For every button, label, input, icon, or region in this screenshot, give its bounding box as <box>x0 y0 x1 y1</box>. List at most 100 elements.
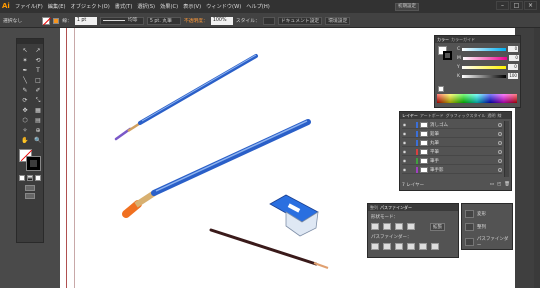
target-icon[interactable] <box>498 122 502 127</box>
style-select[interactable] <box>262 16 275 25</box>
target-icon[interactable] <box>498 167 502 172</box>
outline-icon[interactable] <box>419 243 427 250</box>
close-button[interactable]: × <box>524 1 537 10</box>
color-stroke-swatch[interactable] <box>443 51 452 60</box>
layers-scrollbar[interactable] <box>504 121 509 177</box>
layer-row[interactable]: ◉ 消しゴム <box>402 121 502 129</box>
eye-icon[interactable]: ◉ <box>402 167 407 172</box>
minus-back-icon[interactable] <box>431 243 439 250</box>
eraser-illustration[interactable] <box>269 194 319 237</box>
new-sublayer-icon[interactable]: ▭ <box>490 182 494 187</box>
pen-tool-icon[interactable]: ✒ <box>19 66 31 75</box>
target-icon[interactable] <box>498 158 502 163</box>
tab-transparency[interactable]: 透明 <box>487 113 495 119</box>
tab-align[interactable]: 整列 <box>370 205 378 211</box>
layer-name[interactable]: 鉛筆 <box>430 131 439 137</box>
yellow-value[interactable]: 0 <box>507 64 518 70</box>
rotate-tool-icon[interactable]: ⟳ <box>19 96 31 105</box>
stroke-color-box[interactable] <box>26 156 41 171</box>
color-spectrum[interactable] <box>437 94 517 103</box>
menu-type[interactable]: 書式(T) <box>115 3 133 10</box>
fill-swatch[interactable] <box>42 16 51 25</box>
layer-name[interactable]: 丸筆 <box>430 140 439 146</box>
minimize-button[interactable]: – <box>496 1 509 10</box>
target-icon[interactable] <box>498 140 502 145</box>
draw-mode-icon[interactable] <box>25 185 35 191</box>
tab-artboards[interactable]: アートボード <box>420 113 444 119</box>
cyan-slider[interactable] <box>462 47 507 51</box>
menu-file[interactable]: ファイル(F) <box>15 3 43 10</box>
minus-front-icon[interactable] <box>383 223 391 230</box>
lasso-tool-icon[interactable]: ⟲ <box>32 56 44 65</box>
merge-icon[interactable] <box>395 243 403 250</box>
preferences-button[interactable]: 環境設定 <box>325 16 351 25</box>
cyan-value[interactable]: 0 <box>508 46 519 52</box>
target-icon[interactable] <box>498 131 502 136</box>
layer-row[interactable]: ◉ 丸筆 <box>402 139 502 147</box>
tab-color-guide[interactable]: カラーガイド <box>451 37 475 43</box>
stroke-width-field[interactable]: 1 pt <box>74 16 97 25</box>
direct-selection-tool-icon[interactable]: ↗ <box>32 46 44 55</box>
document-setup-button[interactable]: ドキュメント設定 <box>277 16 323 25</box>
paintbrush-tool-icon[interactable]: ✎ <box>19 86 31 95</box>
layer-row[interactable]: ◉ 平筆 <box>402 148 502 156</box>
color-mode-icon[interactable] <box>19 175 25 181</box>
gradient-mode-icon[interactable] <box>27 175 33 181</box>
eye-icon[interactable]: ◉ <box>402 131 407 136</box>
line-tool-icon[interactable]: ╲ <box>19 76 31 85</box>
crop-icon[interactable] <box>407 243 415 250</box>
menu-edit[interactable]: 編集(E) <box>48 3 66 10</box>
trim-icon[interactable] <box>383 243 391 250</box>
magic-wand-tool-icon[interactable]: ✶ <box>19 56 31 65</box>
exclude-icon[interactable] <box>407 223 415 230</box>
unite-icon[interactable] <box>371 223 379 230</box>
delete-layer-icon[interactable]: 🗑 <box>504 182 510 187</box>
shape-builder-tool-icon[interactable]: ⬡ <box>19 116 31 125</box>
none-swatch[interactable] <box>438 86 444 92</box>
screen-mode-icon[interactable] <box>25 193 35 199</box>
workspace-button[interactable]: 初期設定 <box>395 2 419 11</box>
menu-effect[interactable]: 効果(C) <box>160 3 178 10</box>
eyedropper-tool-icon[interactable]: ⊕ <box>32 126 44 135</box>
rectangle-tool-icon[interactable]: □ <box>32 76 44 85</box>
stroke-swatch[interactable] <box>53 17 60 24</box>
target-icon[interactable] <box>498 149 502 154</box>
eye-icon[interactable]: ◉ <box>402 140 407 145</box>
layer-name[interactable]: 筆手影 <box>430 167 444 173</box>
black-value[interactable]: 100 <box>507 73 518 79</box>
black-slider[interactable] <box>461 74 506 78</box>
menu-view[interactable]: 表示(V) <box>183 3 201 10</box>
menu-select[interactable]: 選択(S) <box>137 3 155 10</box>
pencil-tool-icon[interactable]: ✐ <box>32 86 44 95</box>
intersect-icon[interactable] <box>395 223 403 230</box>
tab-pathfinder[interactable]: パスファインダー <box>380 205 412 211</box>
type-tool-icon[interactable]: T <box>32 66 44 75</box>
yellow-slider[interactable] <box>461 65 506 69</box>
scale-tool-icon[interactable]: ⤡ <box>32 96 44 105</box>
tab-color[interactable]: カラー <box>437 37 449 43</box>
layer-row[interactable]: ◉ 鉛筆 <box>402 130 502 138</box>
layer-name[interactable]: 平筆 <box>430 149 439 155</box>
menu-window[interactable]: ウィンドウ(W) <box>206 3 241 10</box>
layer-row[interactable]: ◉ 筆手 <box>402 157 502 165</box>
new-layer-icon[interactable]: ◰ <box>497 182 501 187</box>
opacity-field[interactable]: 100% <box>210 16 233 25</box>
eye-icon[interactable]: ◉ <box>402 149 407 154</box>
round-brush-illustration[interactable] <box>114 54 258 141</box>
none-mode-icon[interactable] <box>35 175 41 181</box>
layer-row[interactable]: ◉ 筆手影 <box>402 166 502 174</box>
selection-tool-icon[interactable]: ↖ <box>19 46 31 55</box>
pathfinder-panel-item[interactable]: パスファインダー <box>465 236 512 248</box>
opacity-label[interactable]: 不透明度： <box>184 17 208 24</box>
layer-name[interactable]: 消しゴム <box>430 122 448 128</box>
transform-panel-item[interactable]: 変形 <box>465 210 486 218</box>
free-transform-tool-icon[interactable]: ✥ <box>19 106 31 115</box>
tab-layers[interactable]: レイヤー <box>402 113 418 119</box>
pencil-illustration[interactable] <box>209 228 329 269</box>
divide-icon[interactable] <box>371 243 379 250</box>
maximize-button[interactable]: □ <box>510 1 523 10</box>
tab-graphic-styles[interactable]: グラフィックスタイル <box>446 113 486 119</box>
zoom-tool-icon[interactable]: 🔍 <box>32 136 44 145</box>
layer-name[interactable]: 筆手 <box>430 158 439 164</box>
align-panel-item[interactable]: 整列 <box>465 223 486 231</box>
